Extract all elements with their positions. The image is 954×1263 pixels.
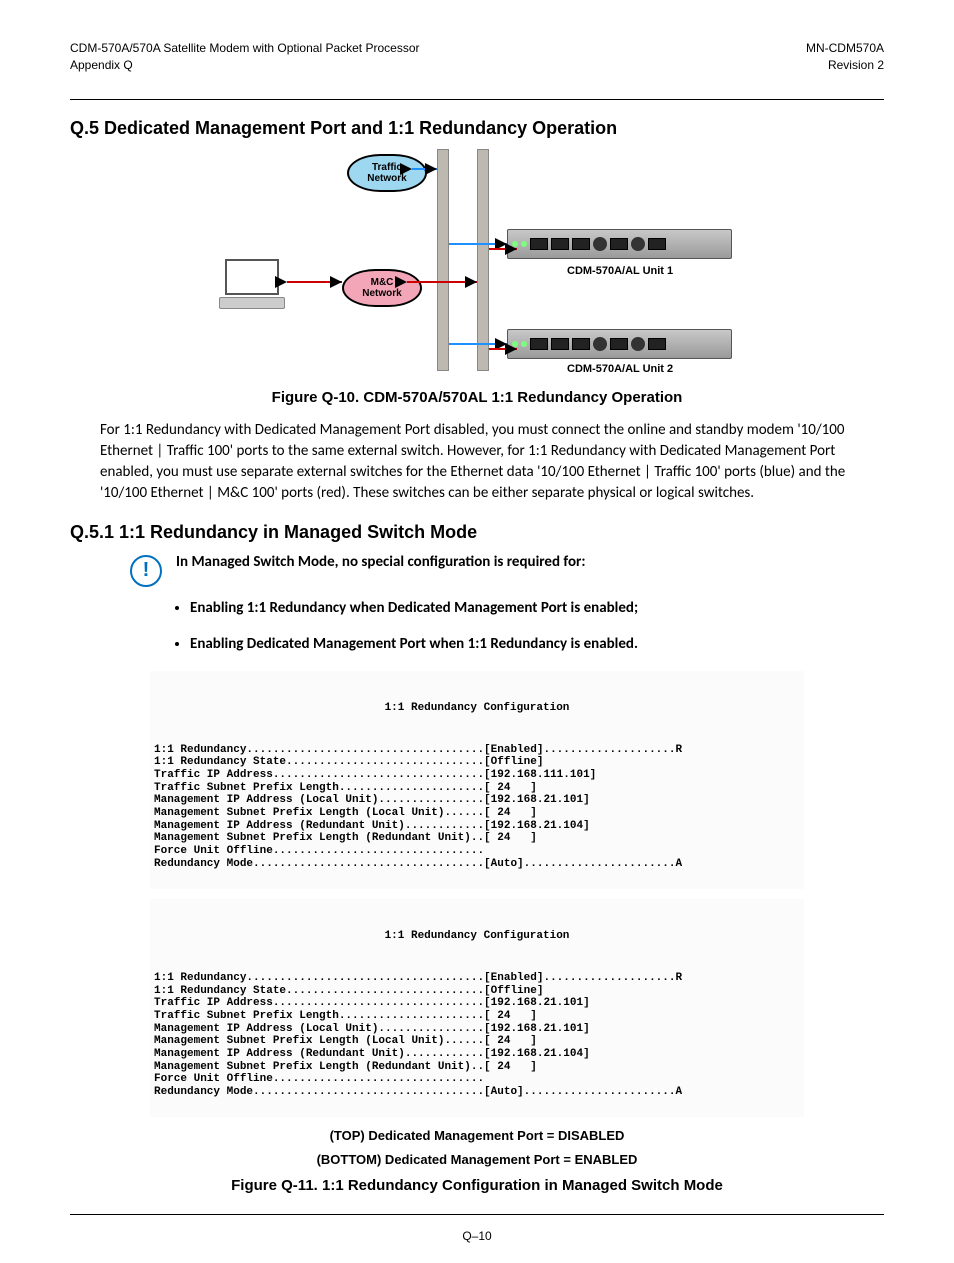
note-bullet-list: Enabling 1:1 Redundancy when Dedicated M… — [190, 599, 884, 653]
redundancy-diagram: Traffic Network M&C Network CDM-570A/AL … — [217, 149, 737, 379]
header-rule — [70, 99, 884, 100]
terminal-title: 1:1 Redundancy Configuration — [154, 930, 800, 943]
note-text: In Managed Switch Mode, no special confi… — [176, 553, 585, 571]
figure-q10-caption: Figure Q-10. CDM-570A/570AL 1:1 Redundan… — [70, 389, 884, 406]
header-product: CDM-570A/570A Satellite Modem with Optio… — [70, 40, 420, 57]
page-header: CDM-570A/570A Satellite Modem with Optio… — [70, 40, 884, 74]
figure-q11-caption: Figure Q-11. 1:1 Redundancy Configuratio… — [70, 1177, 884, 1194]
terminal-output-top: 1:1 Redundancy Configuration 1:1 Redunda… — [150, 671, 804, 889]
switch-bar-blue — [437, 149, 449, 371]
bullet-item: Enabling Dedicated Management Port when … — [190, 635, 884, 653]
modem-unit-2 — [507, 329, 732, 359]
unit1-label: CDM-570A/AL Unit 1 — [567, 265, 673, 277]
note-row: ! In Managed Switch Mode, no special con… — [130, 553, 884, 587]
mc-network-cloud: M&C Network — [342, 269, 422, 307]
terminal-body: 1:1 Redundancy..........................… — [154, 744, 800, 870]
footer-rule — [70, 1214, 884, 1215]
page-number: Q–10 — [70, 1229, 884, 1243]
info-icon: ! — [130, 555, 162, 587]
terminal-caption-top: (TOP) Dedicated Management Port = DISABL… — [70, 1127, 884, 1145]
figure-q10: Traffic Network M&C Network CDM-570A/AL … — [70, 149, 884, 379]
terminal-body: 1:1 Redundancy..........................… — [154, 972, 800, 1098]
terminal-caption-bottom: (BOTTOM) Dedicated Management Port = ENA… — [70, 1151, 884, 1169]
traffic-network-cloud: Traffic Network — [347, 154, 427, 192]
modem-unit-1 — [507, 229, 732, 259]
laptop-icon — [217, 259, 287, 309]
unit2-label: CDM-570A/AL Unit 2 — [567, 363, 673, 375]
q5-body-paragraph: For 1:1 Redundancy with Dedicated Manage… — [100, 420, 854, 504]
bullet-item: Enabling 1:1 Redundancy when Dedicated M… — [190, 599, 884, 617]
header-revision: Revision 2 — [806, 57, 884, 74]
terminal-output-bottom: 1:1 Redundancy Configuration 1:1 Redunda… — [150, 899, 804, 1117]
section-q5-heading: Q.5 Dedicated Management Port and 1:1 Re… — [70, 118, 884, 139]
header-docnum: MN-CDM570A — [806, 40, 884, 57]
header-left: CDM-570A/570A Satellite Modem with Optio… — [70, 40, 420, 74]
header-appendix: Appendix Q — [70, 57, 420, 74]
terminal-title: 1:1 Redundancy Configuration — [154, 702, 800, 715]
section-q51-heading: Q.5.1 1:1 Redundancy in Managed Switch M… — [70, 522, 884, 543]
header-right: MN-CDM570A Revision 2 — [806, 40, 884, 74]
switch-bar-red — [477, 149, 489, 371]
